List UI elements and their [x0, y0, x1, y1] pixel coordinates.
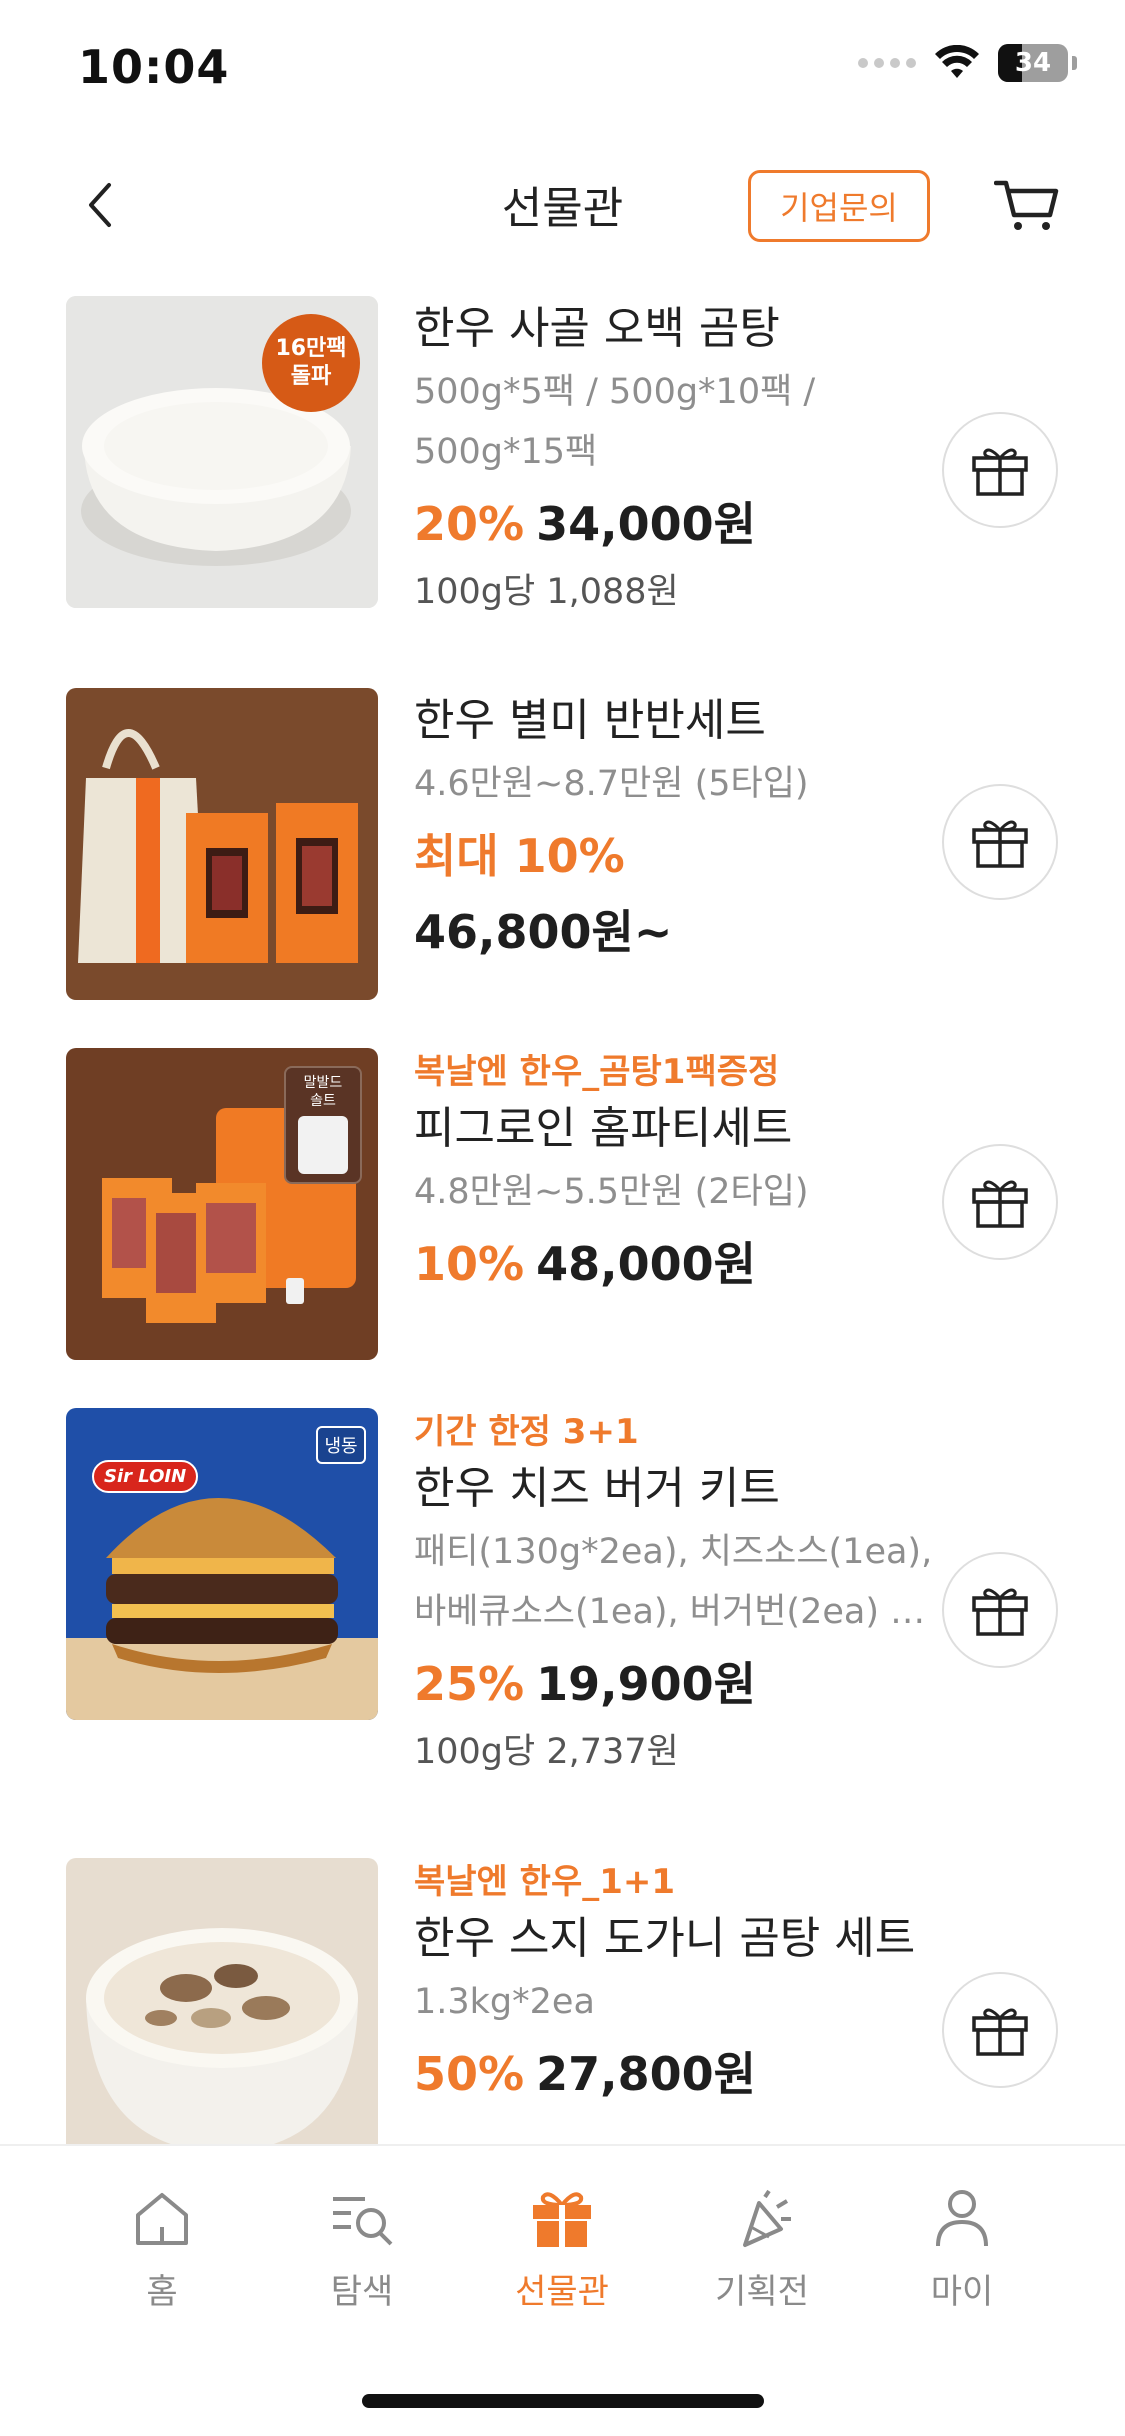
product-options: 1.3kg*2ea: [414, 1982, 595, 2022]
gift-button[interactable]: [942, 1552, 1058, 1668]
product-options: 4.8만원~5.5만원 (2타입): [414, 1172, 809, 1212]
promo-label: 복날엔 한우_1+1: [414, 1862, 676, 1902]
unit-price: 100g당 1,088원: [414, 572, 679, 612]
product-image[interactable]: [66, 688, 378, 1000]
gift-button[interactable]: [942, 784, 1058, 900]
tab-label: 선물관: [515, 2272, 609, 2312]
product-options: 4.6만원~8.7만원 (5타입): [414, 764, 809, 804]
tab-label: 기획전: [715, 2272, 809, 2312]
discount-rate: 10%: [414, 1237, 525, 1291]
gift-icon: [972, 1180, 1028, 1228]
product-name: 한우 스지 도가니 곰탕 세트: [414, 1913, 916, 1964]
product-info: 기간 한정 3+1 한우 치즈 버거 키트 패티(130g*2ea), 치즈소스…: [414, 1408, 934, 1782]
status-indicators: 34: [858, 44, 1077, 82]
bottom-tab-bar: 홈 탐색 선물관 기획전 마이: [0, 2144, 1125, 2436]
corporate-inquiry-button[interactable]: 기업문의: [748, 170, 930, 242]
gift-icon: [972, 1588, 1028, 1636]
tab-home[interactable]: 홈: [82, 2184, 242, 2313]
price-row: 25% 19,900원: [414, 1646, 934, 1722]
price: 48,000원: [536, 1237, 756, 1291]
gift-icon: [972, 448, 1028, 496]
product-info: 복날엔 한우_1+1 한우 스지 도가니 곰탕 세트 1.3kg*2ea 50%…: [414, 1858, 934, 2112]
gift-set-image: [66, 688, 378, 1000]
tab-gift-shop[interactable]: 선물관: [482, 2184, 642, 2313]
product-options: 바베큐소스(1ea), 버거번(2ea) …: [414, 1592, 926, 1632]
tab-label: 탐색: [330, 2272, 394, 2312]
gift-button[interactable]: [942, 412, 1058, 528]
sales-badge-line2: 돌파: [290, 364, 332, 389]
price-row: 최대 10%: [414, 818, 934, 894]
product-name: 한우 치즈 버거 키트: [414, 1463, 780, 1514]
status-bar: 10:04 34: [0, 0, 1125, 140]
search-list-icon: [333, 2197, 393, 2246]
battery-percent: 34: [1014, 48, 1052, 78]
product-image[interactable]: 말발드 솔트: [66, 1048, 378, 1360]
home-indicator[interactable]: [362, 2394, 764, 2408]
product-options: 500g*15팩: [414, 432, 598, 472]
status-time: 10:04: [78, 40, 230, 94]
price-row: 20% 34,000원: [414, 486, 934, 562]
page-title: 선물관: [501, 183, 624, 234]
gift-button[interactable]: [942, 1144, 1058, 1260]
tab-label: 홈: [146, 2272, 178, 2312]
tab-exhibitions[interactable]: 기획전: [682, 2184, 842, 2313]
brand-logo: Sir LOIN: [92, 1460, 199, 1493]
product-list: 16만팩 돌파 한우 사골 오백 곰탕 500g*5팩 / 500g*10팩 /…: [0, 296, 1125, 2144]
cellular-signal-icon: [858, 58, 916, 68]
product-image[interactable]: 16만팩 돌파: [66, 296, 378, 608]
discount-rate: 최대 10%: [414, 829, 625, 883]
sales-badge-line1: 16만팩: [275, 336, 347, 361]
home-icon: [136, 2193, 188, 2245]
promo-label: 복날엔 한우_곰탕1팩증정: [414, 1052, 780, 1092]
unit-price: 100g당 2,737원: [414, 1732, 679, 1772]
salt-tag-line1: 말발드: [303, 1075, 343, 1091]
gift-icon: [972, 2008, 1028, 2056]
product-options: 500g*5팩 / 500g*10팩 /: [414, 372, 816, 412]
top-header: 선물관 기업문의: [0, 150, 1125, 260]
tab-my[interactable]: 마이: [882, 2184, 1042, 2313]
cart-button[interactable]: [992, 172, 1062, 238]
product-name: 피그로인 홈파티세트: [414, 1103, 793, 1154]
price-row: 46,800원~: [414, 894, 934, 970]
price: 19,900원: [536, 1657, 756, 1711]
wifi-icon: [935, 45, 979, 78]
salt-tag: 말발드 솔트: [284, 1066, 362, 1184]
price: 27,800원: [536, 2047, 756, 2101]
tab-label: 마이: [930, 2272, 994, 2312]
product-name: 한우 사골 오백 곰탕: [414, 303, 780, 354]
discount-rate: 25%: [414, 1657, 525, 1711]
product-image[interactable]: Sir LOIN 냉동: [66, 1408, 378, 1720]
price: 46,800원~: [414, 905, 673, 959]
promo-label: 기간 한정 3+1: [414, 1412, 639, 1452]
product-info: 복날엔 한우_곰탕1팩증정 피그로인 홈파티세트 4.8만원~5.5만원 (2타…: [414, 1048, 934, 1302]
gift-button[interactable]: [942, 1972, 1058, 2088]
cart-icon: [994, 180, 1059, 230]
person-icon: [936, 2190, 988, 2247]
salt-tag-line2: 솔트: [310, 1093, 336, 1109]
gift-icon: [972, 820, 1028, 868]
product-image[interactable]: [66, 1858, 378, 2144]
discount-rate: 20%: [414, 497, 525, 551]
product-name: 한우 별미 반반세트: [414, 695, 766, 746]
party-icon: [743, 2189, 791, 2247]
product-options: 패티(130g*2ea), 치즈소스(1ea),: [414, 1532, 933, 1572]
sales-badge: 16만팩 돌파: [262, 314, 360, 412]
gift-icon: [533, 2192, 591, 2247]
price: 34,000원: [536, 497, 756, 551]
discount-rate: 50%: [414, 2047, 525, 2101]
frozen-tag: 냉동: [316, 1426, 366, 1464]
product-info: 한우 사골 오백 곰탕 500g*5팩 / 500g*10팩 / 500g*15…: [414, 296, 934, 622]
soup-image: [66, 1858, 378, 2144]
battery-icon: 34: [998, 44, 1068, 82]
product-info: 한우 별미 반반세트 4.6만원~8.7만원 (5타입) 최대 10% 46,8…: [414, 688, 934, 970]
price-row: 10% 48,000원: [414, 1226, 934, 1302]
price-row: 50% 27,800원: [414, 2036, 934, 2112]
tab-explore[interactable]: 탐색: [282, 2184, 442, 2313]
